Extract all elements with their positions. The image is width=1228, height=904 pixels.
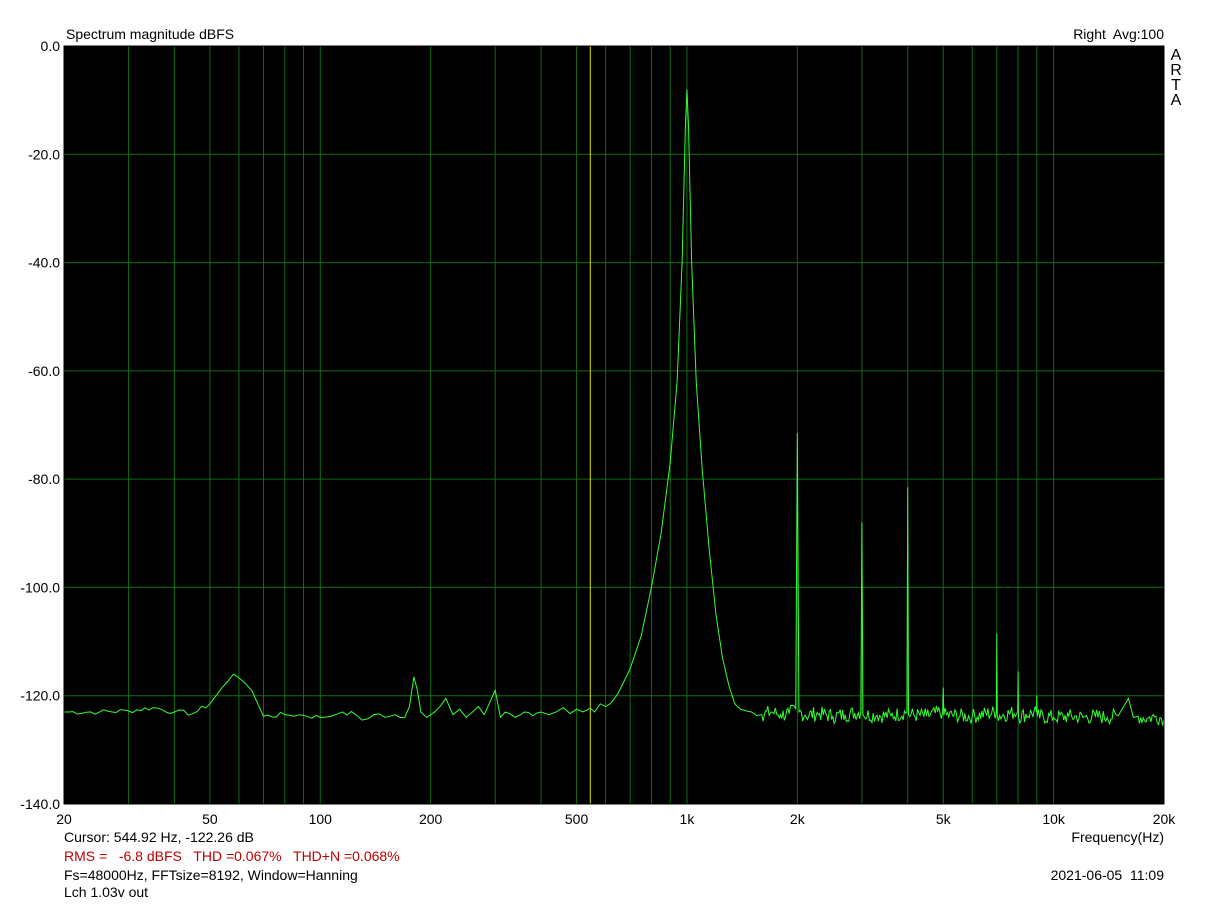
y-tick-label: -140.0 (20, 796, 60, 812)
plot-area (64, 46, 1164, 804)
measurement-label: Lch 1.03v out (64, 884, 149, 900)
x-tick-label: 20 (56, 811, 72, 827)
brand-letter: R (1170, 62, 1182, 79)
y-tick-label: -60.0 (28, 363, 60, 379)
y-tick-label: -40.0 (28, 255, 60, 271)
x-axis-label: Frequency(Hz) (1071, 829, 1164, 845)
x-tick-label: 20k (1153, 811, 1177, 827)
x-tick-label: 200 (419, 811, 443, 827)
x-tick-label: 100 (309, 811, 333, 827)
y-tick-label: -120.0 (20, 688, 60, 704)
x-tick-label: 1k (680, 811, 696, 827)
spectrum-chart: 20 50 100 200 500 1k 2k 5k 10k 20k 0.0 -20.0 -40.0 -… (20, 38, 1176, 827)
y-tick-labels: 0.0 -20.0 -40.0 -60.0 -80.0 -100.0 -120.0 -140.… (20, 38, 60, 812)
datetime-readout: 2021-06-05 11:09 (1050, 867, 1164, 883)
x-tick-label: 2k (790, 811, 806, 827)
settings-readout: Fs=48000Hz, FFTsize=8192, Window=Hanning (64, 867, 358, 883)
brand-arta: A R T A (1169, 47, 1183, 109)
x-tick-labels: 20 50 100 200 500 1k 2k 5k 10k 20k (56, 811, 1176, 827)
cursor-readout: Cursor: 544.92 Hz, -122.26 dB (64, 829, 254, 845)
y-tick-label: -20.0 (28, 146, 60, 162)
y-tick-label: -80.0 (28, 471, 60, 487)
brand-letter: A (1170, 47, 1182, 64)
channel-avg-label: Right Avg:100 (1073, 26, 1164, 42)
x-tick-label: 10k (1042, 811, 1066, 827)
brand-letter: A (1170, 92, 1182, 109)
y-tick-label: -100.0 (20, 579, 60, 595)
y-tick-label: 0.0 (41, 38, 61, 54)
chart-title: Spectrum magnitude dBFS (66, 26, 235, 42)
x-tick-label: 500 (565, 811, 589, 827)
x-tick-label: 50 (202, 811, 218, 827)
metrics-readout: RMS = -6.8 dBFS THD =0.067% THD+N =0.068… (64, 848, 400, 864)
x-tick-label: 5k (936, 811, 952, 827)
brand-letter: T (1171, 77, 1181, 94)
